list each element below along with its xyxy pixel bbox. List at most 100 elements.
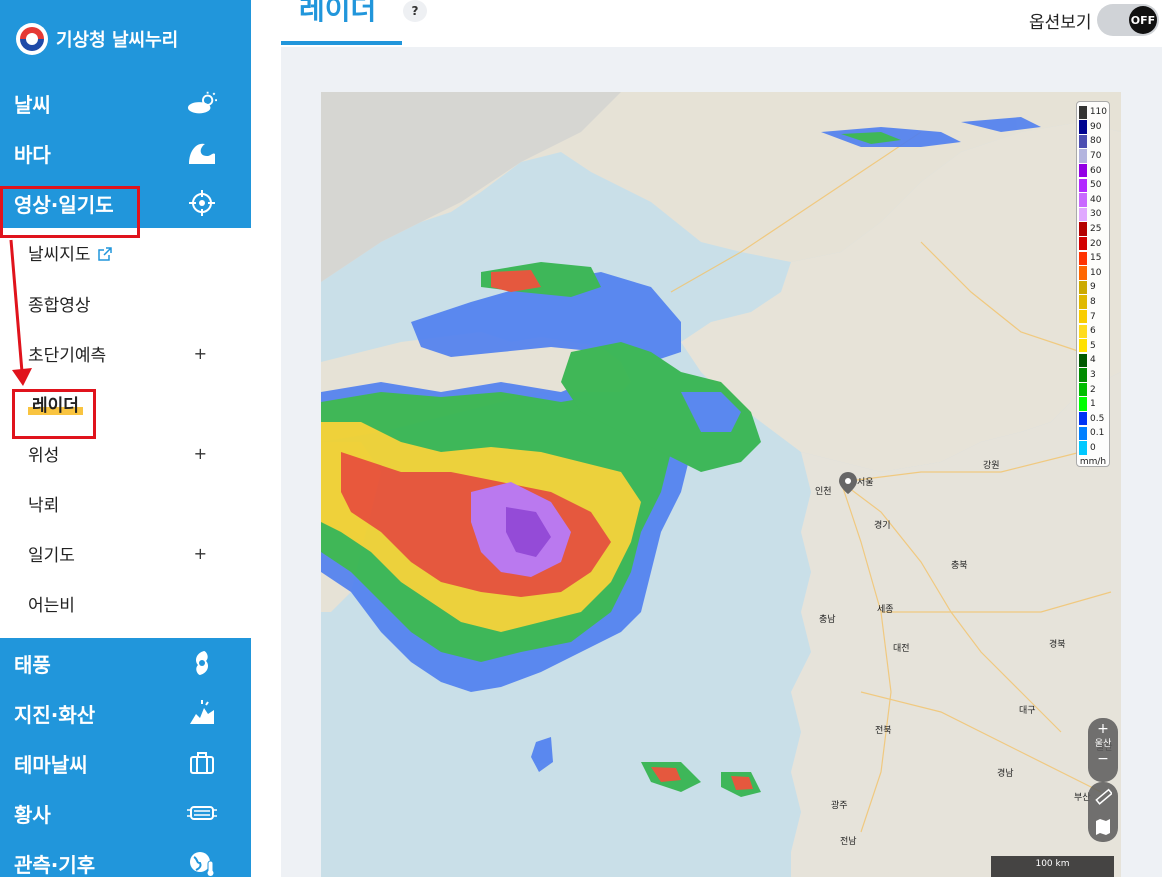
legend-row: 15 (1079, 251, 1107, 266)
ruler-icon[interactable] (1094, 788, 1112, 806)
nav-item-yellow-dust[interactable]: 황사 (0, 788, 251, 838)
radar-map[interactable]: 서울 인천 경기 강원 충북 세종 충남 대전 경북 대구 전북 경남 울산 부… (321, 92, 1121, 877)
nav-label: 바다 (14, 142, 51, 167)
legend-row: 2 (1079, 382, 1107, 397)
legend-label: 9 (1090, 282, 1096, 293)
legend-row: 25 (1079, 222, 1107, 237)
legend-row: 0.5 (1079, 411, 1107, 426)
land-grey-relief (321, 92, 621, 282)
legend-swatch (1079, 236, 1087, 251)
nav-label: 영상·일기도 (14, 192, 114, 217)
svg-text:경북: 경북 (1049, 638, 1066, 650)
legend-row: 80 (1079, 134, 1107, 149)
typhoon-icon (187, 648, 217, 678)
help-button[interactable]: ? (403, 0, 427, 22)
nav-label: 지진·화산 (14, 702, 96, 727)
legend-label: 0 (1090, 442, 1096, 453)
kma-logo (16, 23, 48, 55)
legend-row: 40 (1079, 193, 1107, 208)
zoom-control[interactable]: + 울산 − (1088, 718, 1118, 782)
svg-text:전남: 전남 (840, 836, 857, 847)
submenu-label: 일기도 (28, 545, 75, 566)
submenu-item-satellite[interactable]: 위성 + (0, 428, 251, 478)
legend-label: 50 (1090, 180, 1102, 191)
legend-row: 90 (1079, 120, 1107, 135)
legend-label: 70 (1090, 151, 1102, 162)
title-underline (281, 41, 402, 45)
legend-label: 25 (1090, 224, 1102, 235)
map-canvas: 서울 인천 경기 강원 충북 세종 충남 대전 경북 대구 전북 경남 울산 부… (321, 92, 1121, 877)
legend-unit: mm/h (1079, 457, 1107, 468)
nav-label: 날씨 (14, 92, 51, 117)
main-content: 레이더 ? 옵션보기 OFF 서울 인천 경기 강원 충북 세종 충남 대전 경… (251, 0, 1162, 877)
legend-swatch (1079, 134, 1087, 149)
expand-icon[interactable]: + (194, 444, 207, 463)
legend-label: 30 (1090, 209, 1102, 220)
option-toggle[interactable]: OFF (1097, 4, 1159, 36)
legend-swatch (1079, 295, 1087, 309)
svg-text:대전: 대전 (893, 643, 910, 654)
nav-top: 날씨 바다 영상·일기도 (0, 78, 251, 228)
briefcase-icon (187, 748, 217, 778)
legend-swatch (1079, 353, 1087, 368)
legend-label: 2 (1090, 384, 1096, 395)
legend-label: 4 (1090, 355, 1096, 366)
legend-swatch (1079, 382, 1087, 397)
zoom-out-button[interactable]: − (1088, 750, 1118, 768)
legend-label: 0.5 (1090, 413, 1105, 424)
legend-swatch (1079, 324, 1087, 338)
toggle-knob: OFF (1129, 6, 1157, 34)
scale-bar: 100 km (991, 856, 1114, 877)
legend-row: 110 (1079, 105, 1107, 120)
submenu-item-lightning[interactable]: 낙뢰 (0, 478, 251, 528)
target-icon (187, 188, 217, 218)
legend-label: 20 (1090, 238, 1102, 249)
nav-item-theme-weather[interactable]: 테마날씨 (0, 738, 251, 788)
legend-swatch (1079, 149, 1087, 163)
legend-swatch (1079, 120, 1087, 134)
map-layer-icon[interactable] (1095, 818, 1111, 836)
legend-swatch (1079, 163, 1087, 178)
legend-swatch (1079, 426, 1087, 441)
brand-header[interactable]: 기상청 날씨누리 (0, 0, 251, 78)
svg-text:전북: 전북 (875, 725, 892, 736)
legend-label: 110 (1089, 107, 1107, 118)
legend-swatch (1079, 280, 1087, 295)
svg-text:충남: 충남 (819, 614, 836, 625)
nav-item-earthquake[interactable]: 지진·화산 (0, 688, 251, 738)
earthquake-icon (187, 698, 217, 728)
legend-label: 10 (1090, 267, 1102, 278)
sidebar: 기상청 날씨누리 날씨 바다 영상·일기도 날씨지도 종합영상 초단기예측 + … (0, 0, 251, 877)
legend-row: 10 (1079, 266, 1107, 281)
nav-item-weather[interactable]: 날씨 (0, 78, 251, 128)
legend-row: 50 (1079, 178, 1107, 193)
brand-title: 기상청 날씨누리 (56, 30, 179, 51)
legend-swatch (1079, 441, 1087, 455)
nav-item-imagery[interactable]: 영상·일기도 (0, 178, 251, 228)
mask-icon (187, 798, 217, 828)
nav-item-sea[interactable]: 바다 (0, 128, 251, 178)
legend-label: 40 (1090, 194, 1102, 205)
legend-swatch (1079, 222, 1087, 236)
expand-icon[interactable]: + (194, 544, 207, 563)
submenu-label: 낙뢰 (28, 495, 60, 516)
nav-item-typhoon[interactable]: 태풍 (0, 638, 251, 688)
precipitation-legend: 110 90 80 70 60 50 40 30 25 20 15 10 9 8 7 6 5 4 3 2 1 0.5 0.1… (1076, 101, 1110, 467)
submenu-label: 위성 (28, 445, 60, 466)
legend-row: 4 (1079, 353, 1107, 368)
zoom-in-button[interactable]: + (1088, 720, 1118, 738)
legend-swatch (1079, 178, 1087, 192)
legend-row: 20 (1079, 236, 1107, 251)
expand-icon[interactable]: + (194, 344, 207, 363)
svg-text:광주: 광주 (831, 799, 848, 811)
nav-item-observation-climate[interactable]: 관측·기후 (0, 838, 251, 888)
submenu-item-freezing-rain[interactable]: 어는비 (0, 578, 251, 628)
legend-swatch (1079, 397, 1087, 411)
legend-row: 60 (1079, 163, 1107, 178)
legend-row: 70 (1079, 149, 1107, 164)
legend-swatch (1079, 339, 1087, 353)
partly-cloudy-icon (187, 88, 217, 118)
legend-row: 9 (1079, 280, 1107, 295)
legend-row: 7 (1079, 309, 1107, 324)
submenu-item-weather-chart[interactable]: 일기도 + (0, 528, 251, 578)
